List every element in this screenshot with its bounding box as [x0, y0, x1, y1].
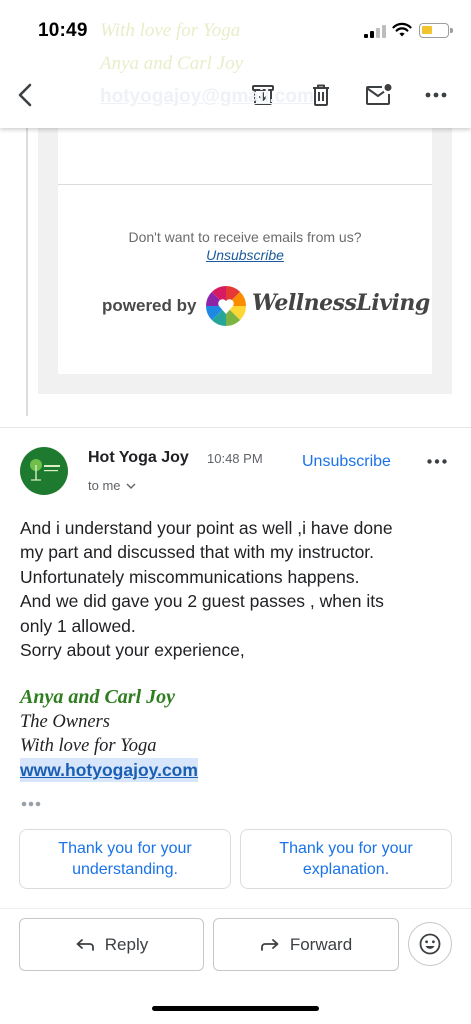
wellnessliving-wordmark: WellnessLiving [252, 290, 430, 316]
smart-reply-chip[interactable]: Thank you for your understanding. [19, 829, 231, 889]
status-time: 10:49 [38, 20, 88, 41]
forward-arrow-icon [260, 938, 279, 951]
body-line: only 1 allowed. [20, 615, 136, 636]
home-indicator[interactable] [152, 1006, 319, 1011]
show-trimmed-content-button[interactable] [20, 796, 42, 807]
trash-icon [313, 84, 329, 106]
arrow-back-icon [18, 83, 32, 107]
wellnessliving-logo-icon [206, 286, 246, 326]
body-line: my part and discussed that with my instr… [20, 542, 375, 563]
sender-name: Hot Yoga Joy [88, 449, 189, 466]
more-horizontal-icon [425, 92, 447, 98]
mark-unread-button[interactable] [363, 79, 395, 111]
top-toolbar [0, 62, 471, 128]
sender-avatar[interactable] [20, 447, 68, 495]
status-bar: 10:49 [0, 0, 471, 62]
website-link[interactable]: www.hotyogajoy.com [20, 758, 198, 782]
emoji-reaction-button[interactable] [408, 922, 452, 966]
body-line: And i understand your point as well ,i h… [20, 518, 393, 538]
divider [58, 184, 432, 185]
body-line: And we did gave you 2 guest passes , whe… [20, 591, 384, 612]
body-line: Sorry about your experience, [20, 640, 245, 661]
emoji-smile-icon [419, 933, 441, 955]
archive-button[interactable] [247, 79, 279, 111]
battery-icon [419, 23, 453, 38]
mail-unread-icon [366, 84, 392, 105]
chevron-down-icon [126, 483, 136, 489]
reply-label: Reply [104, 934, 149, 954]
unsubscribe-link[interactable]: Unsubscribe [58, 247, 432, 263]
unsubscribe-button[interactable]: Unsubscribe [302, 453, 391, 471]
unsubscribe-prompt: Don't want to receive emails from us? [128, 229, 362, 245]
divider [0, 908, 471, 909]
reply-arrow-icon [76, 938, 94, 951]
signature-name: Anya and Carl Joy [20, 686, 176, 708]
signature-title: The Owners [20, 712, 110, 732]
reply-button[interactable]: Reply [19, 918, 204, 971]
archive-icon [252, 85, 274, 105]
thread-quote-line [26, 128, 28, 416]
body-line: Unfortunately miscommunications happens. [20, 566, 360, 587]
smart-reply-chip[interactable]: Thank you for your explanation. [240, 829, 452, 889]
signature-tagline: With love for Yoga [20, 736, 157, 756]
more-options-button[interactable] [420, 79, 452, 111]
message-more-button[interactable] [424, 451, 450, 471]
tree-logo-icon [30, 459, 60, 481]
recipient-details-toggle[interactable]: to me [88, 478, 136, 493]
recipient-label: to me [88, 478, 121, 493]
divider [0, 427, 471, 428]
back-button[interactable] [10, 79, 42, 111]
forward-button[interactable]: Forward [213, 918, 399, 971]
wifi-icon [392, 22, 412, 37]
forward-label: Forward [289, 934, 353, 954]
message-body: And i understand your point as well ,i h… [20, 516, 460, 662]
delete-button[interactable] [305, 79, 337, 111]
message-time: 10:48 PM [207, 451, 263, 466]
powered-by-label: powered by [102, 296, 197, 315]
signature: Anya and Carl Joy The Owners With love f… [20, 684, 198, 782]
cellular-signal-icon [364, 24, 386, 38]
more-horizontal-icon [427, 458, 447, 464]
more-horizontal-icon [21, 801, 41, 807]
